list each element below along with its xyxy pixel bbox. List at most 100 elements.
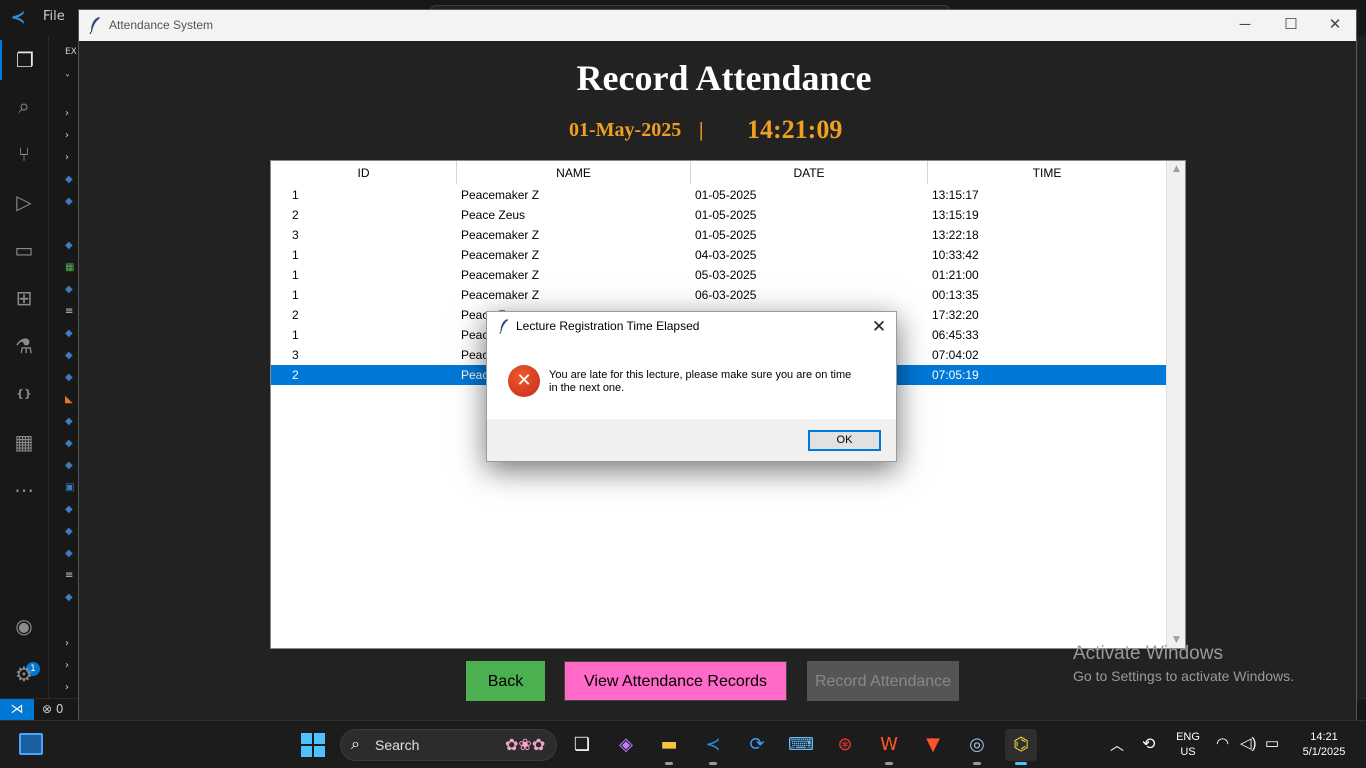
date-time-separator: | [699,119,704,141]
clock-time: 14:21 [1310,731,1338,743]
python-file-icon[interactable]: ◆ [65,284,77,296]
wifi-icon[interactable]: ◠ [1216,734,1229,752]
view-attendance-records-button[interactable]: View Attendance Records [564,661,787,701]
app-sync-icon[interactable]: ⟳ [741,729,773,761]
table-scrollbar[interactable]: ▲ ▼ [1166,161,1185,648]
ok-button[interactable]: OK [808,430,881,451]
cell-id: 2 [292,368,299,382]
text-file-icon[interactable]: ≡ [65,570,77,582]
table-row[interactable]: 1 Peacemaker Z 01-05-2025 13:15:17 [271,185,1166,205]
chevron-right-icon[interactable]: › [65,660,77,672]
close-button[interactable]: ✕ [1312,10,1358,41]
activate-windows-title: Activate Windows [1073,643,1223,664]
manage-gear-icon[interactable]: ⚙ [0,654,48,694]
copilot-icon[interactable]: ◈ [610,729,642,761]
brave-browser-icon[interactable]: ▼ [917,729,949,761]
column-header-id[interactable]: ID [271,161,457,184]
activate-windows-watermark: Activate Windows Go to Settings to activ… [1073,643,1294,684]
python-file-icon[interactable]: ◆ [65,240,77,252]
widgets-icon[interactable] [19,733,43,755]
dialog-close-button[interactable]: ✕ [865,315,893,339]
table-row[interactable]: 1 Peacemaker Z 06-03-2025 00:13:35 [271,285,1166,305]
cell-name: Peacemaker Z [461,288,540,302]
python-file-icon[interactable]: ◆ [65,196,77,208]
chevron-right-icon[interactable]: › [65,682,77,694]
python-file-icon[interactable]: ◆ [65,174,77,186]
cell-id: 2 [292,308,299,322]
battery-icon[interactable]: ▭ [1265,734,1279,752]
table-row[interactable]: 2 Peace Zeus 01-05-2025 13:15:19 [271,205,1166,225]
volume-icon[interactable]: ◁) [1240,734,1257,752]
vscode-taskbar-icon[interactable]: ≺ [697,729,729,765]
windows-file-icon[interactable]: ▣ [65,482,77,494]
python-file-icon[interactable]: ◆ [65,350,77,362]
python-file-icon[interactable]: ◆ [65,438,77,450]
language-indicator[interactable]: ENG US [1170,730,1206,760]
table-row[interactable]: 1 Peacemaker Z 05-03-2025 01:21:00 [271,265,1166,285]
status-problems[interactable]: ⊗ 0 [42,702,64,716]
window-title-bar[interactable]: Attendance System ─ ☐ ✕ [79,10,1356,41]
table-row[interactable]: 1 Peacemaker Z 04-03-2025 10:33:42 [271,245,1166,265]
source-control-icon[interactable]: ⑂ [0,134,48,174]
run-debug-icon[interactable]: ▷ [0,182,48,222]
sync-status-icon[interactable]: ⟲ [1142,734,1155,754]
start-button[interactable] [301,733,325,757]
running-indicator [885,762,893,765]
cell-name: Peac [461,328,489,342]
explorer-icon[interactable]: ❐ [0,40,48,80]
cell-id: 1 [292,188,299,202]
back-button[interactable]: Back [466,661,545,701]
chevron-down-icon[interactable]: ˅ [65,74,77,86]
remote-explorer-icon[interactable]: ▭ [0,230,48,270]
python-file-icon[interactable]: ◆ [65,416,77,428]
late-warning-dialog: Lecture Registration Time Elapsed ✕ ✕ Yo… [486,311,897,462]
scroll-up-icon[interactable]: ▲ [1167,161,1185,177]
chevron-right-icon[interactable]: › [65,638,77,650]
column-header-time[interactable]: TIME [928,161,1166,184]
column-header-name[interactable]: NAME [457,161,691,184]
running-indicator [1015,762,1027,765]
spreadsheet-file-icon[interactable]: ▦ [65,262,77,274]
python-taskbar-icon[interactable]: ⌬ [1005,729,1037,765]
task-view-icon[interactable]: ❏ [566,729,598,761]
remote-indicator-icon[interactable]: ⋊ [0,699,34,721]
account-icon[interactable]: ◉ [0,606,48,646]
rss-file-icon[interactable]: ◣ [65,394,77,406]
search-icon[interactable]: ⌕ [0,86,48,126]
python-file-icon[interactable]: ◆ [65,526,77,538]
json-icon[interactable]: {} [0,374,48,414]
column-header-date[interactable]: DATE [691,161,928,184]
python-file-icon[interactable]: ◆ [65,592,77,604]
page-title: Record Attendance [576,58,872,98]
vscode-menu-file[interactable]: File [43,9,65,24]
minimize-button[interactable]: ─ [1222,10,1268,41]
keyboard-app-icon[interactable]: ⌨ [785,729,817,761]
taskbar-search[interactable]: ⌕ Search ✿❀✿ [340,729,557,761]
more-icon[interactable]: ⋯ [0,470,48,510]
taskbar-clock[interactable]: 14:21 5/1/2025 [1288,730,1360,760]
cell-name: Peacemaker Z [461,248,540,262]
python-file-icon[interactable]: ◆ [65,548,77,560]
python-file-icon[interactable]: ◆ [65,328,77,340]
python-file-icon[interactable]: ◆ [65,372,77,384]
show-hidden-icons-chevron-up-icon[interactable]: ︿ [1110,735,1124,755]
chevron-right-icon[interactable]: › [65,108,77,120]
maximize-button[interactable]: ☐ [1268,10,1314,41]
python-file-icon[interactable]: ◆ [65,460,77,472]
chevron-right-icon[interactable]: › [65,130,77,142]
wps-office-icon[interactable]: W [873,729,905,765]
chrome-icon[interactable]: ◎ [961,729,993,765]
record-attendance-button: Record Attendance [807,661,959,701]
docker-icon[interactable]: ▦ [0,422,48,462]
python-file-icon[interactable]: ◆ [65,504,77,516]
testing-icon[interactable]: ⚗ [0,326,48,366]
clock-date: 5/1/2025 [1302,746,1346,758]
extensions-icon[interactable]: ⊞ [0,278,48,318]
file-explorer-icon[interactable]: ▬ [653,729,685,765]
table-row[interactable]: 3 Peacemaker Z 01-05-2025 13:22:18 [271,225,1166,245]
security-app-icon[interactable]: ⊛ [829,729,861,761]
dialog-footer: OK [487,419,896,461]
text-file-icon[interactable]: ≡ [65,306,77,318]
cell-name: Peacemaker Z [461,188,540,202]
chevron-right-icon[interactable]: › [65,152,77,164]
